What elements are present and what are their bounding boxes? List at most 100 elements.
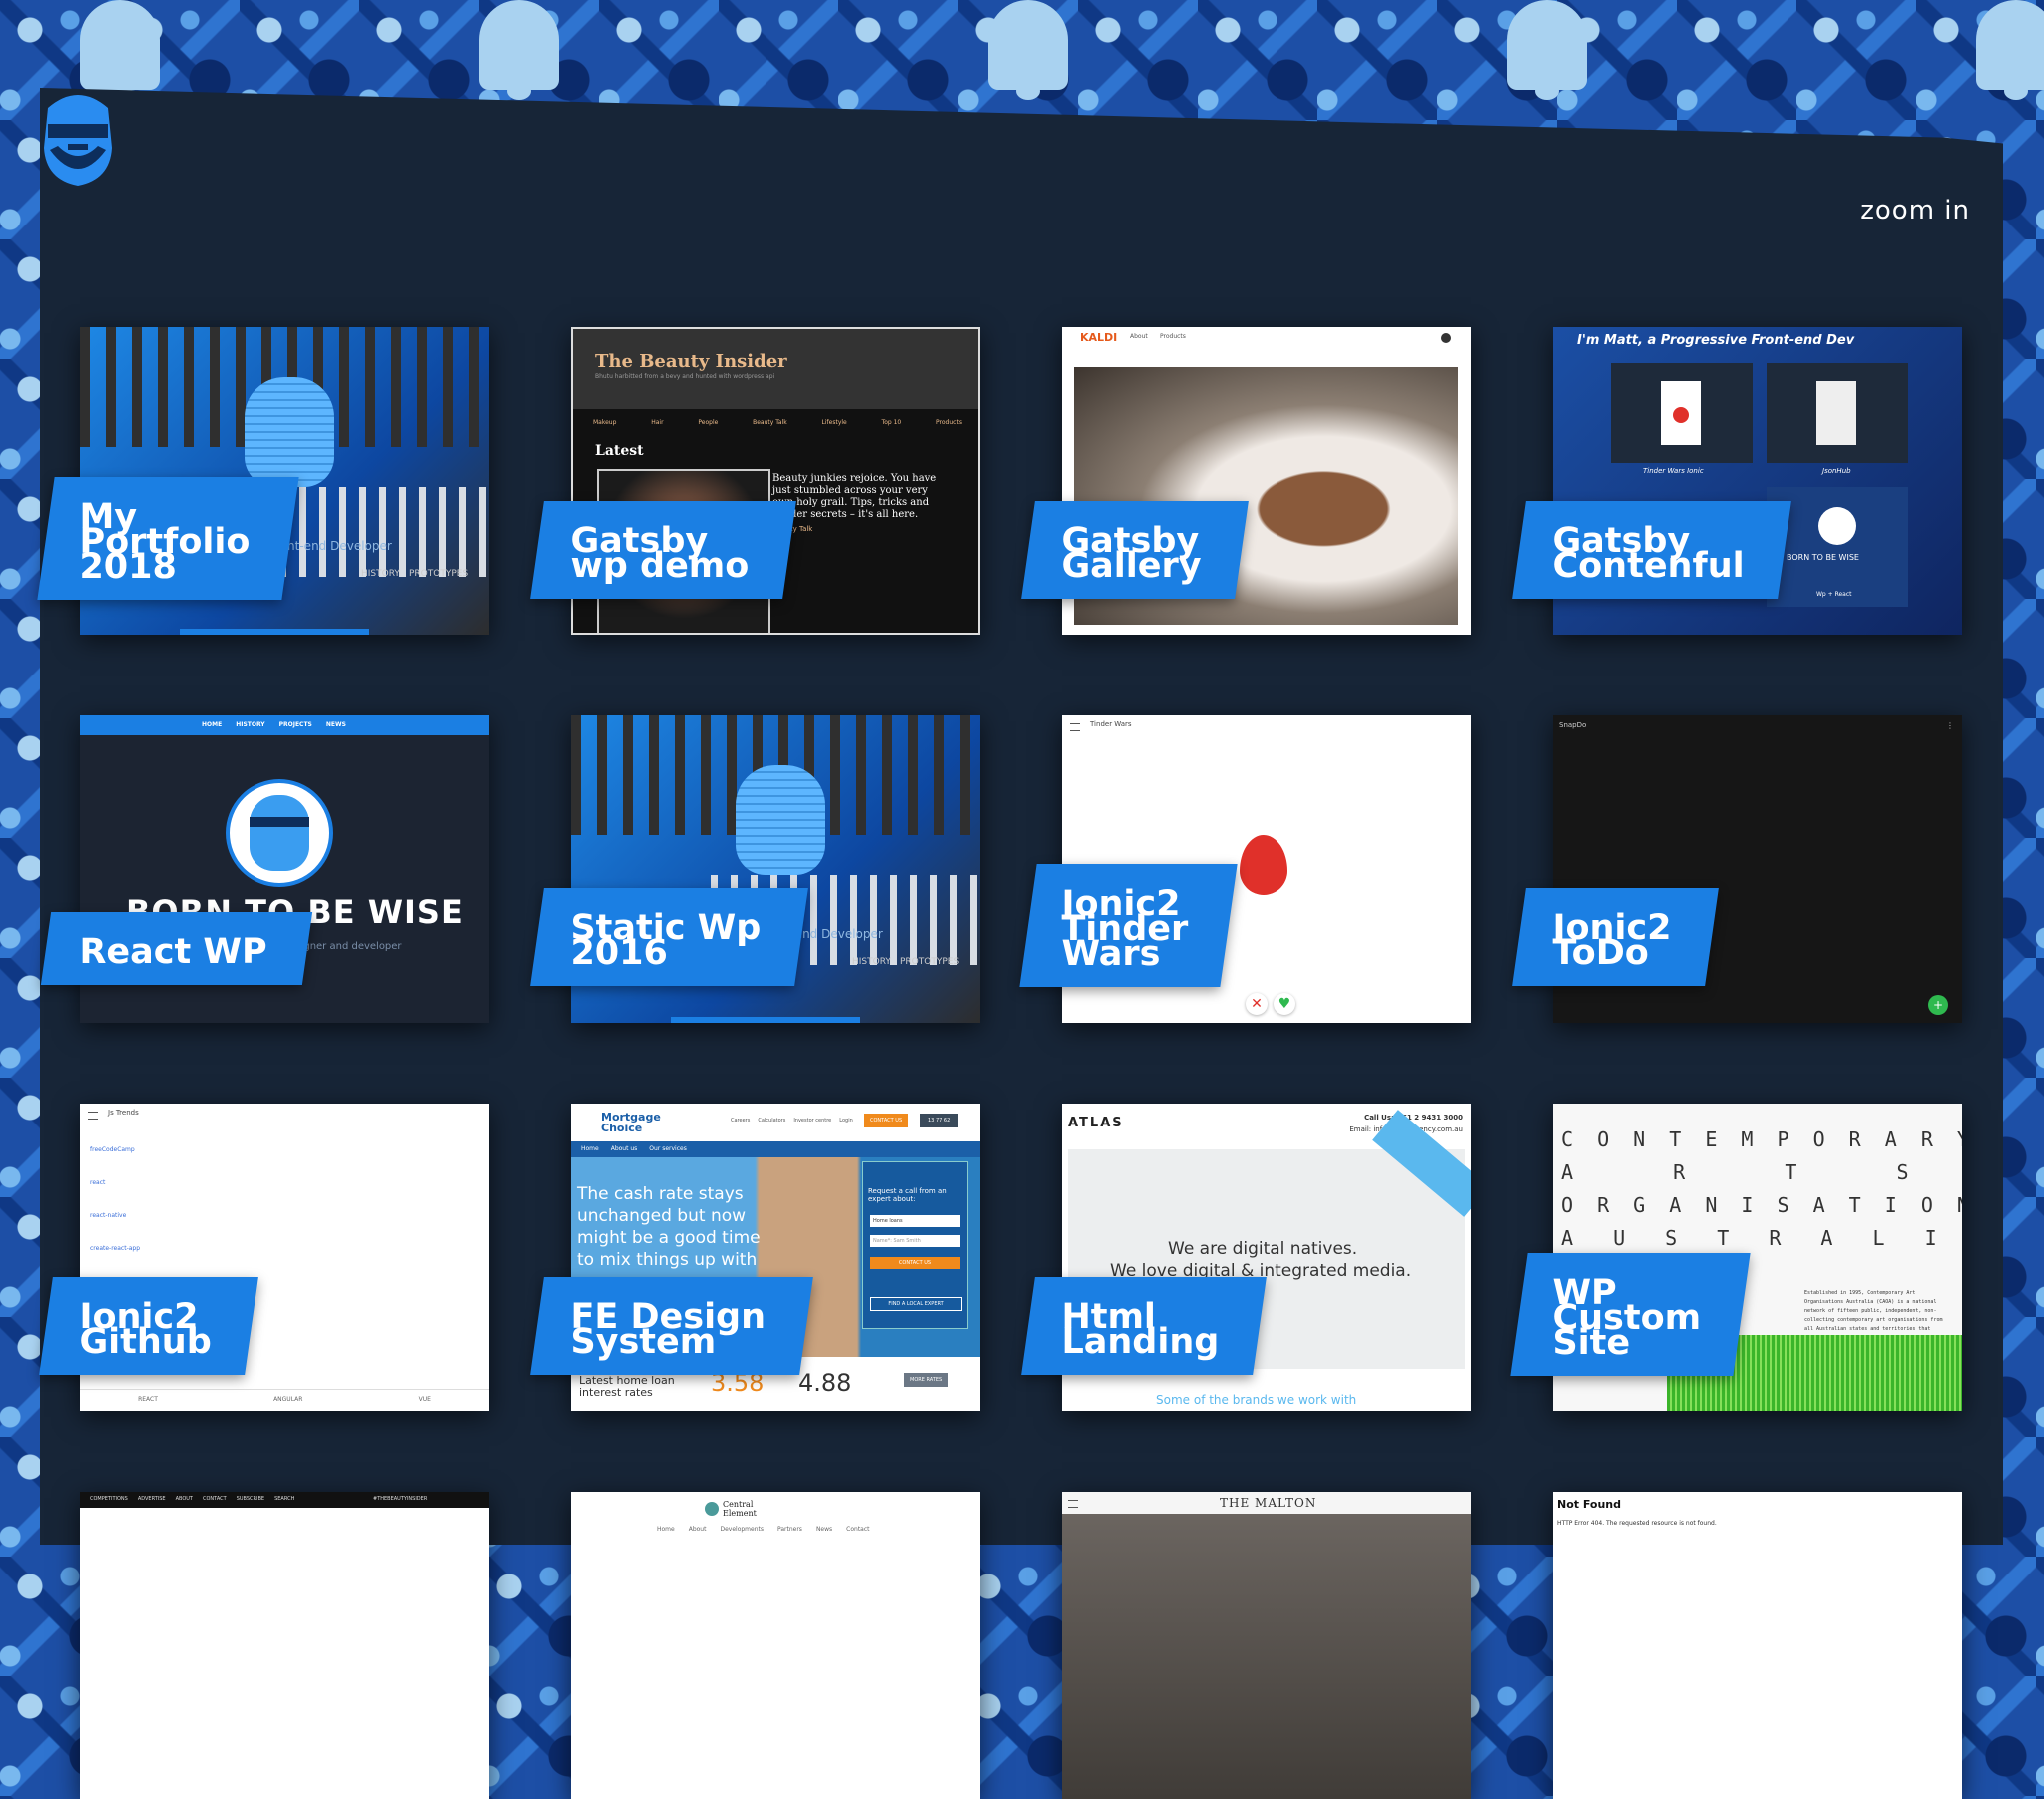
project-label[interactable]: Ionic2 ToDo [1512, 888, 1719, 986]
thumbnail-nav-item: Careers [731, 1118, 751, 1124]
thumbnail-brand: ATLAS [1068, 1116, 1124, 1130]
project-label-text: My Portfolio 2018 [79, 497, 251, 587]
thumbnail-nav-item: HISTORY [236, 721, 265, 728]
thumbnail-nav-item: Calculators [758, 1118, 786, 1124]
thumbnail-nav-item: Partners [777, 1526, 802, 1533]
project-label-text: Ionic2 ToDo [1552, 908, 1672, 973]
project-card-row4-3[interactable]: THE MALTON [1062, 1492, 1471, 1799]
list-item: freeCodeCamp [90, 1146, 135, 1153]
thumbnail-subnav-item: About us [610, 1145, 638, 1152]
thumbnail-brand: Central Element [723, 1500, 757, 1518]
menu-icon [88, 1112, 98, 1120]
thumbnail-brand: THE MALTON [1220, 1496, 1317, 1510]
wallpaper-bell-icon [988, 0, 1068, 100]
thumbnail-heading-strip [671, 1017, 860, 1023]
thumbnail-tile [1767, 363, 1908, 463]
project-label[interactable]: FE Design System [530, 1277, 813, 1375]
project-label[interactable]: My Portfolio 2018 [37, 477, 299, 600]
project-label-text: Ionic2 Github [79, 1297, 212, 1362]
thumbnail-row: A U S T R A L I A [1561, 1226, 1962, 1250]
project-label[interactable]: Gatsby Contenful [1512, 501, 1792, 599]
thumbnail-contact-button: CONTACT US [864, 1114, 909, 1127]
tab: ANGULAR [273, 1396, 303, 1403]
thumbnail-nav-item: Contact [846, 1526, 870, 1533]
wallpaper-bell-icon [80, 0, 160, 100]
thumbnail-phone: 13 77 62 [920, 1114, 959, 1127]
dislike-button-icon: ✕ [1246, 993, 1268, 1015]
project-label[interactable]: Gatsby Gallery [1021, 501, 1250, 599]
project-label-text: Static Wp 2016 [570, 908, 762, 973]
thumbnail-nav-prototypes: PROTOTYPES [409, 569, 469, 579]
project-label[interactable]: React WP [40, 912, 313, 985]
thumbnail-nav: Careers Calculators Investor centre Logi… [731, 1118, 853, 1124]
thumbnail-appbar-title: Tinder Wars [1090, 720, 1132, 728]
project-label-text: Gatsby wp demo [570, 521, 750, 586]
thumbnail-appbar-title: Js Trends [108, 1109, 139, 1117]
project-label[interactable]: Html Landing [1021, 1277, 1267, 1375]
thumbnail-nav-item: About [1130, 333, 1148, 340]
thumbnail-photo [1062, 1514, 1471, 1799]
project-card-row4-4[interactable]: Not Found HTTP Error 404. The requested … [1553, 1492, 1962, 1799]
thumbnail-nav-item: About [688, 1526, 707, 1533]
project-label[interactable]: Ionic2 Github [39, 1277, 259, 1375]
thumbnail-nav-item: News [815, 1526, 833, 1533]
thumbnail-form-select: Home loans [870, 1215, 960, 1227]
thumbnail-nav-item: ADVERTISE [137, 1496, 166, 1502]
tab: VUE [418, 1396, 431, 1403]
thumbnail-tile [1611, 363, 1753, 463]
thumbnail-nav: Home About Developments Partners News Co… [657, 1526, 870, 1533]
thumbnail-form-name: Name*: Sam Smith [870, 1235, 960, 1247]
thumbnail-nav-item: ABOUT [175, 1496, 193, 1502]
thumbnail-row: A R T S [1561, 1160, 1925, 1184]
pixel-head-icon [736, 765, 825, 875]
zoom-in-link[interactable]: zoom in [1860, 196, 1970, 225]
pixel-beard-face-icon[interactable] [38, 88, 118, 188]
pixel-head-icon [245, 377, 334, 487]
thumbnail-nav-history: HISTORY [361, 569, 400, 579]
project-card-row4-1[interactable]: COMPETITIONS ADVERTISE ABOUT CONTACT SUB… [80, 1492, 489, 1799]
thumbnail-text: HTTP Error 404. The requested resource i… [1557, 1520, 1717, 1527]
list-item: create-react-app [90, 1245, 141, 1252]
project-label[interactable]: WP Custom Site [1510, 1253, 1751, 1376]
thumbnail-tag: #THEBEAUTYINSIDER [373, 1496, 428, 1502]
thumbnail-row: O R G A N I S A T I O N S [1561, 1193, 1962, 1217]
thumbnail-subnav-item: Home [581, 1145, 599, 1152]
thumbnail-nav-item: HOME [202, 721, 223, 728]
thumbnail-nav-item: COMPETITIONS [90, 1496, 128, 1502]
project-label[interactable]: Static Wp 2016 [530, 888, 808, 986]
project-label-text: Html Landing [1061, 1297, 1220, 1362]
thumbnail-nav-history: HISTORY [852, 957, 891, 967]
thumbnail-tile-caption: Tinder Wars Ionic [1643, 467, 1704, 475]
more-icon: ⋮ [1946, 721, 1954, 730]
list-item: react-native [90, 1212, 127, 1219]
thumbnail-nav-item: Makeup [593, 419, 617, 426]
thumbnail-brand: Mortgage Choice [601, 1111, 661, 1134]
thumbnail-nav-item: Login [839, 1118, 853, 1124]
thumbnail-line-1: We are digital natives. [1168, 1239, 1358, 1259]
project-label-text: Gatsby Gallery [1061, 521, 1202, 586]
project-label-text: Gatsby Contenful [1552, 521, 1745, 586]
thumbnail-rate-label: Latest home loan interest rates [579, 1374, 675, 1399]
thumbnail-row: C O N T E M P O R A R Y [1561, 1127, 1962, 1151]
thumbnail-form-title: Request a call from an expert about: [868, 1187, 947, 1203]
thumbnail-footer: Some of the brands we work with [1156, 1393, 1357, 1407]
thumbnail-subnav-item: Our services [649, 1145, 687, 1152]
thumbnail-nav-item: SUBSCRIBE [236, 1496, 265, 1502]
thumbnail-nav: HOME HISTORY PROJECTS NEWS [202, 721, 346, 728]
thumbnail-logo-icon [705, 1502, 719, 1516]
thumbnail-form-button-2: FIND A LOCAL EXPERT [870, 1297, 962, 1311]
thumbnail-post: Beauty junkies rejoice. You have just st… [772, 473, 937, 520]
project-label[interactable]: Gatsby wp demo [530, 501, 796, 599]
thumbnail-nav-item: Products [1160, 333, 1186, 340]
thumbnail-nav: COMPETITIONS ADVERTISE ABOUT CONTACT SUB… [90, 1496, 294, 1502]
like-button-icon: ♥ [1274, 993, 1295, 1015]
project-label[interactable]: Ionic2 Tinder Wars [1019, 864, 1238, 987]
thumbnail-tile-caption: JsonHub [1822, 467, 1851, 475]
project-card-row4-2[interactable]: Central Element Home About Developments … [571, 1492, 980, 1799]
thumbnail-nav-item: People [698, 419, 719, 426]
thumbnail-nav-item: Products [936, 419, 962, 426]
project-label-text: WP Custom Site [1552, 1273, 1702, 1363]
thumbnail-nav-item: Lifestyle [821, 419, 847, 426]
thumbnail-nav-item: Beauty Talk [753, 419, 787, 426]
thumbnail-nav-item: Top 10 [881, 419, 902, 426]
